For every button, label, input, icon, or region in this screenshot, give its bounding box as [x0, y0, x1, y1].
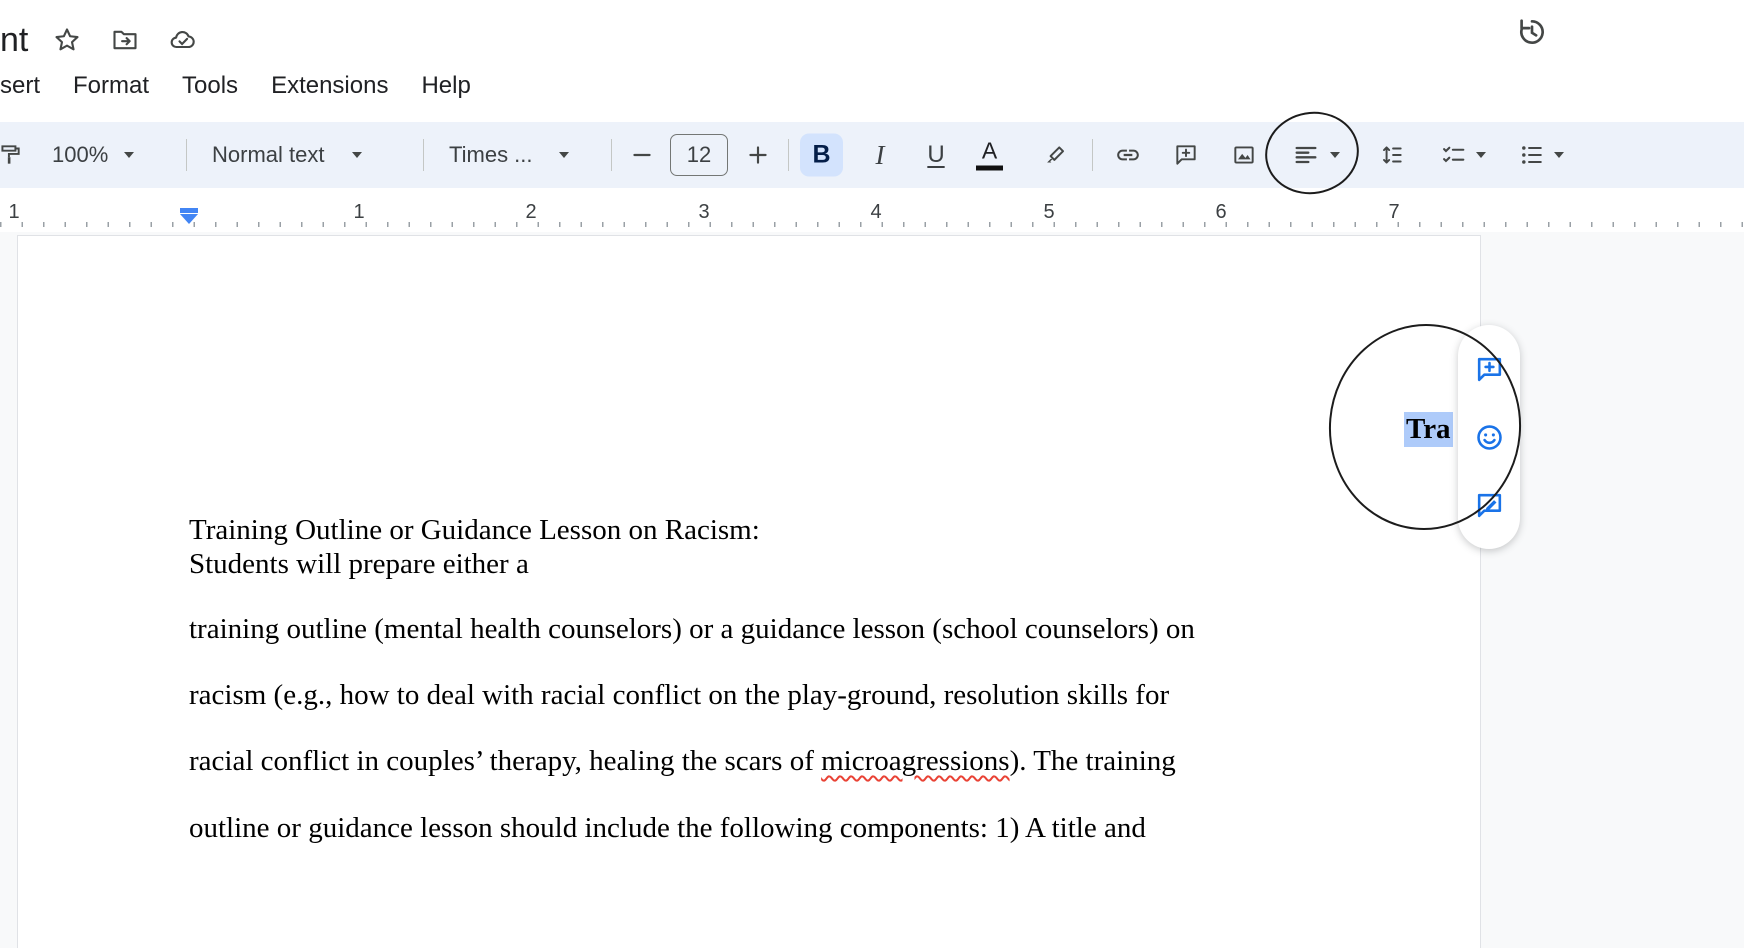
bulleted-list-control[interactable] — [1518, 141, 1564, 169]
ruler-number: 3 — [698, 201, 710, 223]
google-docs-app: nt sert Format Tools Extensions Help 100… — [0, 0, 1744, 948]
first-line-indent-marker[interactable] — [180, 208, 198, 213]
menu-insert-partial[interactable]: sert — [0, 66, 40, 106]
left-indent-marker[interactable] — [180, 214, 198, 224]
toolbar: 100% Normal text Times ... 12 B I U A — [0, 122, 1744, 188]
text-color-button[interactable]: A — [976, 137, 1003, 171]
italic-button[interactable]: I — [860, 135, 900, 175]
cloud-saved-icon[interactable] — [166, 23, 200, 57]
doc-body-line-2: racism (e.g., how to deal with racial co… — [189, 679, 1170, 711]
underline-button[interactable]: U — [916, 135, 956, 175]
menu-bar: sert Format Tools Extensions Help — [0, 66, 471, 106]
add-comment-button[interactable] — [1467, 347, 1511, 391]
chevron-down-icon — [1554, 152, 1564, 158]
add-comment-icon[interactable] — [1166, 135, 1206, 175]
font-size-input[interactable]: 12 — [670, 134, 728, 176]
chevron-down-icon — [1476, 152, 1486, 158]
toolbar-divider — [186, 139, 187, 171]
zoom-value: 100% — [52, 142, 109, 167]
menu-extensions[interactable]: Extensions — [271, 66, 388, 106]
chevron-down-icon — [124, 152, 135, 158]
text-color-label: A — [981, 137, 998, 164]
ruler-number: 1 — [353, 201, 365, 223]
chevron-down-icon — [352, 152, 363, 158]
alignment-control[interactable] — [1292, 141, 1340, 169]
paragraph-style-control[interactable]: Normal text — [212, 142, 363, 168]
document-canvas: Training Outline or Guidance Lesson on R… — [0, 232, 1744, 948]
doc-body-line-3: racial conflict in couples’ therapy, hea… — [189, 745, 1176, 778]
style-value: Normal text — [212, 142, 325, 167]
menu-format[interactable]: Format — [73, 66, 149, 106]
document-page[interactable]: Training Outline or Guidance Lesson on R… — [17, 235, 1481, 948]
doc-heading-line-2: Students will prepare either a — [189, 548, 529, 580]
doc-body-line-3-after: ). The training — [1009, 745, 1176, 777]
font-family-control[interactable]: Times ... — [449, 142, 569, 168]
toolbar-divider — [788, 139, 789, 171]
doc-heading-line-1: Training Outline or Guidance Lesson on R… — [189, 514, 760, 546]
doc-body-line-1: training outline (mental health counselo… — [189, 613, 1195, 645]
chevron-down-icon — [1330, 152, 1340, 158]
selected-text[interactable]: Tra — [1404, 412, 1453, 447]
zoom-control[interactable]: 100% — [52, 142, 135, 168]
star-icon[interactable] — [50, 23, 84, 57]
text-color-swatch — [976, 165, 1003, 171]
suggest-edits-button[interactable] — [1467, 483, 1511, 527]
checklist-control[interactable] — [1440, 141, 1486, 169]
doc-body-line-4: outline or guidance lesson should includ… — [189, 812, 1146, 844]
checklist-icon — [1440, 141, 1468, 169]
ruler-number: 4 — [870, 201, 882, 223]
menu-help[interactable]: Help — [421, 66, 470, 106]
ruler-number: 1 — [8, 201, 20, 223]
ruler-number: 6 — [1215, 201, 1227, 223]
ruler-number: 5 — [1043, 201, 1055, 223]
toolbar-divider — [423, 139, 424, 171]
bold-button[interactable]: B — [800, 133, 843, 177]
insert-image-icon[interactable] — [1224, 135, 1264, 175]
paint-format-icon-partial[interactable] — [0, 135, 30, 175]
bulleted-list-icon — [1518, 141, 1546, 169]
indent-marker[interactable] — [180, 208, 198, 224]
add-emoji-button[interactable] — [1467, 415, 1511, 459]
version-history-icon[interactable] — [1512, 12, 1552, 52]
insert-link-icon[interactable] — [1108, 135, 1148, 175]
ruler-number: 2 — [525, 201, 537, 223]
ruler-number: 7 — [1388, 201, 1400, 223]
move-folder-icon[interactable] — [108, 23, 142, 57]
toolbar-divider — [1092, 139, 1093, 171]
font-value: Times ... — [449, 142, 533, 167]
title-bar: nt — [0, 14, 1744, 66]
misspelled-word: microagressions — [821, 745, 1010, 777]
decrease-font-size-button[interactable] — [622, 135, 662, 175]
chevron-down-icon — [558, 152, 569, 158]
menu-tools[interactable]: Tools — [182, 66, 238, 106]
align-left-icon — [1292, 141, 1320, 169]
increase-font-size-button[interactable] — [738, 135, 778, 175]
document-title[interactable]: nt — [0, 21, 28, 60]
floating-action-panel — [1458, 325, 1520, 549]
line-spacing-icon[interactable] — [1372, 135, 1412, 175]
toolbar-divider — [611, 139, 612, 171]
highlighter-icon[interactable] — [1036, 135, 1076, 175]
ruler[interactable]: 1 1 2 3 4 5 6 7 — [0, 198, 1744, 232]
doc-body-line-3-before: racial conflict in couples’ therapy, hea… — [189, 745, 822, 777]
